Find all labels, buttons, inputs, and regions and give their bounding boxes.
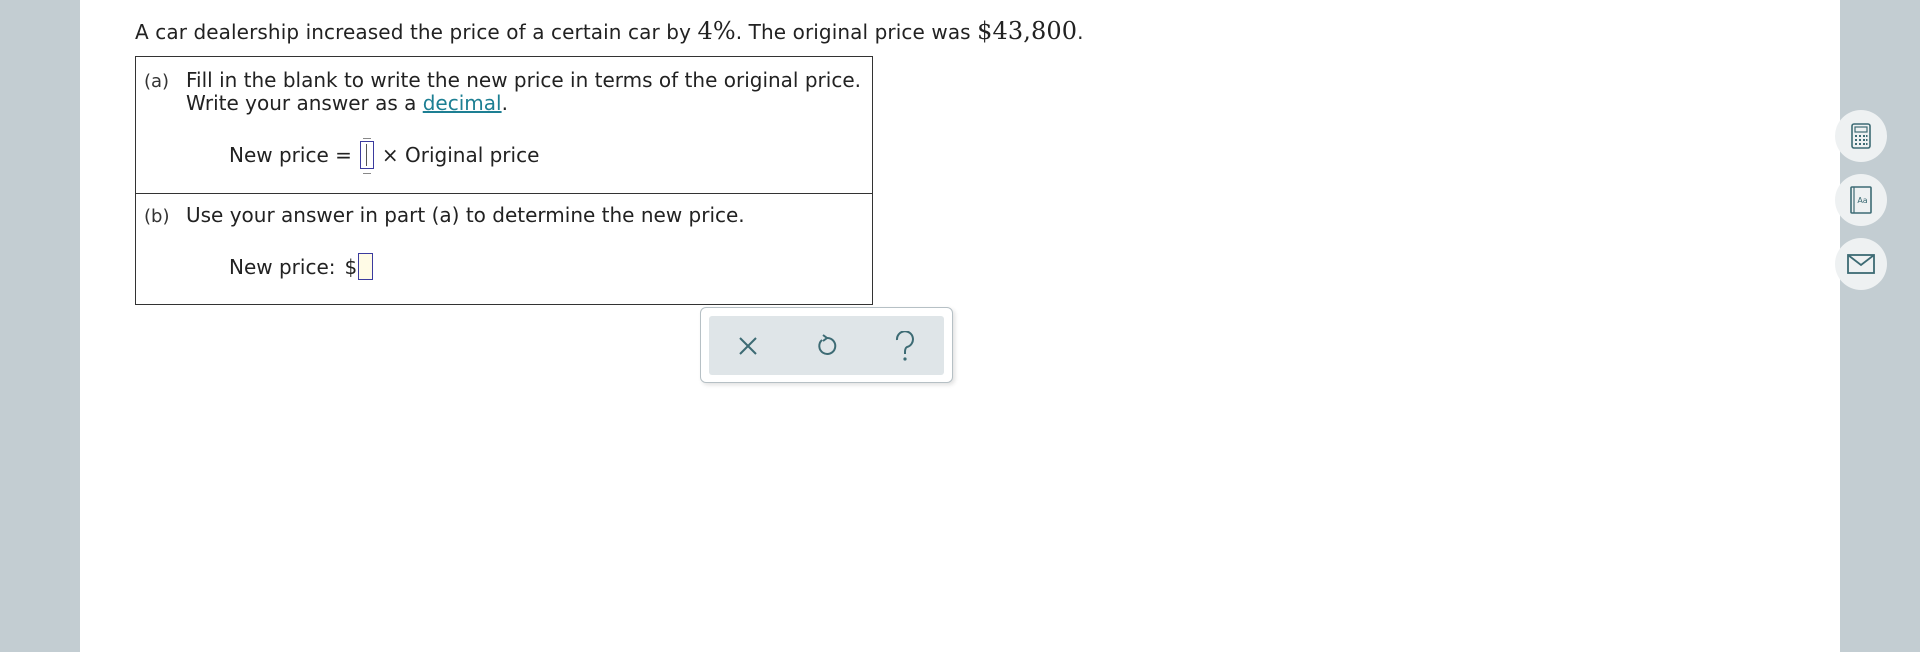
- currency-symbol: $: [344, 254, 358, 279]
- help-button[interactable]: [885, 326, 925, 366]
- answer-toolbar-inner: [709, 316, 944, 375]
- content-page: A car dealership increased the price of …: [80, 0, 1887, 652]
- undo-icon: [818, 333, 837, 355]
- help-icon: [895, 330, 914, 361]
- part-b-equation: New price: $: [229, 253, 374, 280]
- glossary-button[interactable]: Aa: [1835, 174, 1887, 226]
- calculator-icon: [1851, 123, 1871, 149]
- problem-text-2: . The original price was: [735, 20, 978, 44]
- new-price-answer-input[interactable]: [358, 253, 374, 280]
- problem-statement: A car dealership increased the price of …: [135, 17, 1084, 45]
- part-b-letter: (b): [144, 206, 170, 227]
- message-button[interactable]: [1835, 238, 1887, 290]
- question-box: (a) Fill in the blank to write the new p…: [135, 56, 873, 305]
- clear-button[interactable]: [728, 326, 768, 366]
- part-a-equation: New price = × Original price: [229, 138, 540, 174]
- close-icon: [739, 336, 757, 355]
- part-b: (b) Use your answer in part (a) to deter…: [136, 194, 872, 304]
- calculator-button[interactable]: [1835, 110, 1887, 162]
- percent-value: 4%: [697, 17, 736, 45]
- answer-toolbar: [700, 307, 953, 383]
- equation-right-label: × Original price: [381, 143, 540, 167]
- part-a-line2: Write your answer as a decimal.: [186, 92, 861, 115]
- multiplier-answer-input[interactable]: [359, 138, 374, 174]
- original-price-value: $43,800: [977, 17, 1078, 45]
- equation-left-label: New price =: [229, 143, 352, 167]
- part-a-line2-suffix: .: [501, 91, 508, 115]
- part-a: (a) Fill in the blank to write the new p…: [136, 57, 872, 194]
- part-a-line2-prefix: Write your answer as a: [186, 91, 423, 115]
- new-price-label: New price:: [229, 254, 336, 279]
- decimal-link[interactable]: decimal: [423, 91, 502, 115]
- part-a-instructions: Fill in the blank to write the new price…: [186, 69, 861, 115]
- glossary-icon: Aa: [1850, 186, 1872, 214]
- problem-text-3: .: [1077, 20, 1084, 44]
- problem-text-1: A car dealership increased the price of …: [135, 20, 698, 44]
- part-b-instructions: Use your answer in part (a) to determine…: [186, 203, 745, 227]
- svg-text:Aa: Aa: [1857, 196, 1867, 205]
- undo-button[interactable]: [806, 326, 846, 366]
- mail-icon: [1847, 254, 1875, 274]
- part-a-line1: Fill in the blank to write the new price…: [186, 68, 861, 92]
- part-a-letter: (a): [144, 71, 170, 92]
